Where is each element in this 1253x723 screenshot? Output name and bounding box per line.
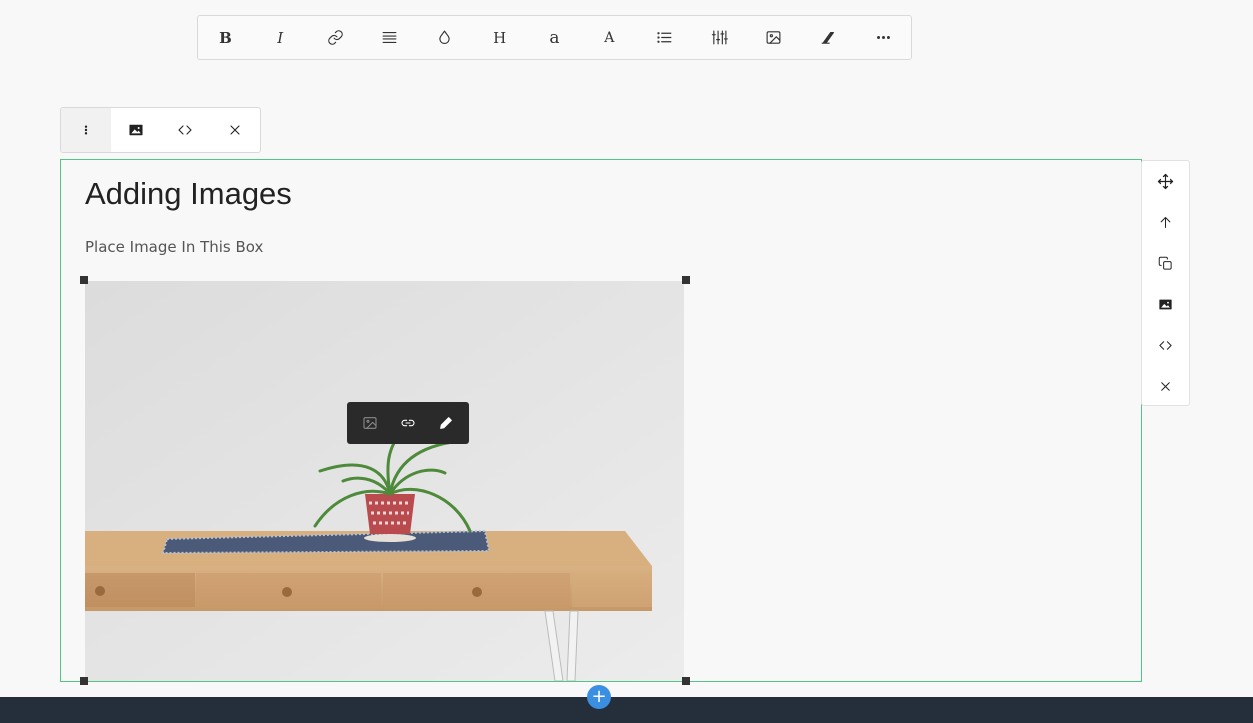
arrow-up-icon <box>1160 217 1171 228</box>
heading-icon: H <box>493 28 507 47</box>
heading-button[interactable]: H <box>472 15 527 60</box>
move-up-button[interactable] <box>1142 202 1189 243</box>
color-button[interactable] <box>417 15 472 60</box>
align-justify-icon <box>383 31 397 44</box>
copy-icon <box>1158 256 1172 270</box>
image-link-button[interactable] <box>389 402 427 444</box>
sliders-icon <box>711 30 728 45</box>
code-icon <box>1159 341 1172 350</box>
more-horizontal-icon <box>877 36 890 39</box>
content-block[interactable]: Adding Images Place Image In This Box <box>60 159 1142 685</box>
resize-handle-bottom-left[interactable] <box>80 677 88 685</box>
block-code-button[interactable] <box>161 108 211 152</box>
move-block-button[interactable] <box>1142 161 1189 202</box>
resize-handle-top-left[interactable] <box>80 276 88 284</box>
link-icon <box>401 419 415 427</box>
insert-image-button[interactable] <box>746 15 801 60</box>
image-filled-icon <box>1159 299 1172 310</box>
footer-bar <box>0 697 1253 723</box>
formatting-toolbar: B I H a A <box>197 15 912 60</box>
bold-button[interactable]: B <box>198 15 253 60</box>
more-vertical-icon <box>84 125 88 135</box>
move-icon <box>1157 173 1174 190</box>
italic-icon: I <box>277 28 284 47</box>
desk-plant-photo[interactable] <box>85 281 684 681</box>
resize-handle-top-right[interactable] <box>682 276 690 284</box>
settings-button[interactable] <box>692 15 747 60</box>
block-image-button[interactable] <box>111 108 161 152</box>
droplet-icon <box>439 30 450 44</box>
clear-format-button[interactable] <box>801 15 856 60</box>
italic-button[interactable]: I <box>253 15 308 60</box>
code-icon <box>178 125 192 135</box>
link-button[interactable] <box>308 15 363 60</box>
align-button[interactable] <box>363 15 418 60</box>
pencil-icon <box>440 417 452 429</box>
subtitle-text[interactable]: Place Image In This Box <box>85 238 263 256</box>
side-code-button[interactable] <box>1142 325 1189 366</box>
image-filled-icon <box>129 124 143 136</box>
delete-block-button[interactable] <box>1142 366 1189 407</box>
eraser-icon <box>821 31 835 44</box>
side-toolbar <box>1141 160 1190 406</box>
image-icon <box>363 417 377 429</box>
block-toolbar <box>60 107 261 153</box>
font-icon: A <box>604 29 615 46</box>
close-icon <box>1161 382 1170 391</box>
more-button[interactable] <box>856 15 911 60</box>
bold-icon: B <box>219 28 232 47</box>
font-size-icon: a <box>549 27 560 48</box>
font-size-button[interactable]: a <box>527 15 582 60</box>
block-options-button[interactable] <box>61 108 111 152</box>
font-family-button[interactable]: A <box>582 15 637 60</box>
block-close-button[interactable] <box>210 108 260 152</box>
duplicate-button[interactable] <box>1142 243 1189 284</box>
close-icon <box>230 125 240 135</box>
image-edit-button[interactable] <box>427 402 465 444</box>
add-block-button[interactable]: + <box>587 685 611 709</box>
image-container[interactable] <box>80 276 690 685</box>
list-button[interactable] <box>637 15 692 60</box>
side-image-button[interactable] <box>1142 284 1189 325</box>
page-title[interactable]: Adding Images <box>85 176 292 212</box>
replace-image-button[interactable] <box>351 402 389 444</box>
image-toolbar <box>347 402 469 444</box>
resize-handle-bottom-right[interactable] <box>682 677 690 685</box>
link-icon <box>327 30 343 45</box>
image-icon <box>766 31 781 44</box>
list-icon <box>657 32 672 43</box>
